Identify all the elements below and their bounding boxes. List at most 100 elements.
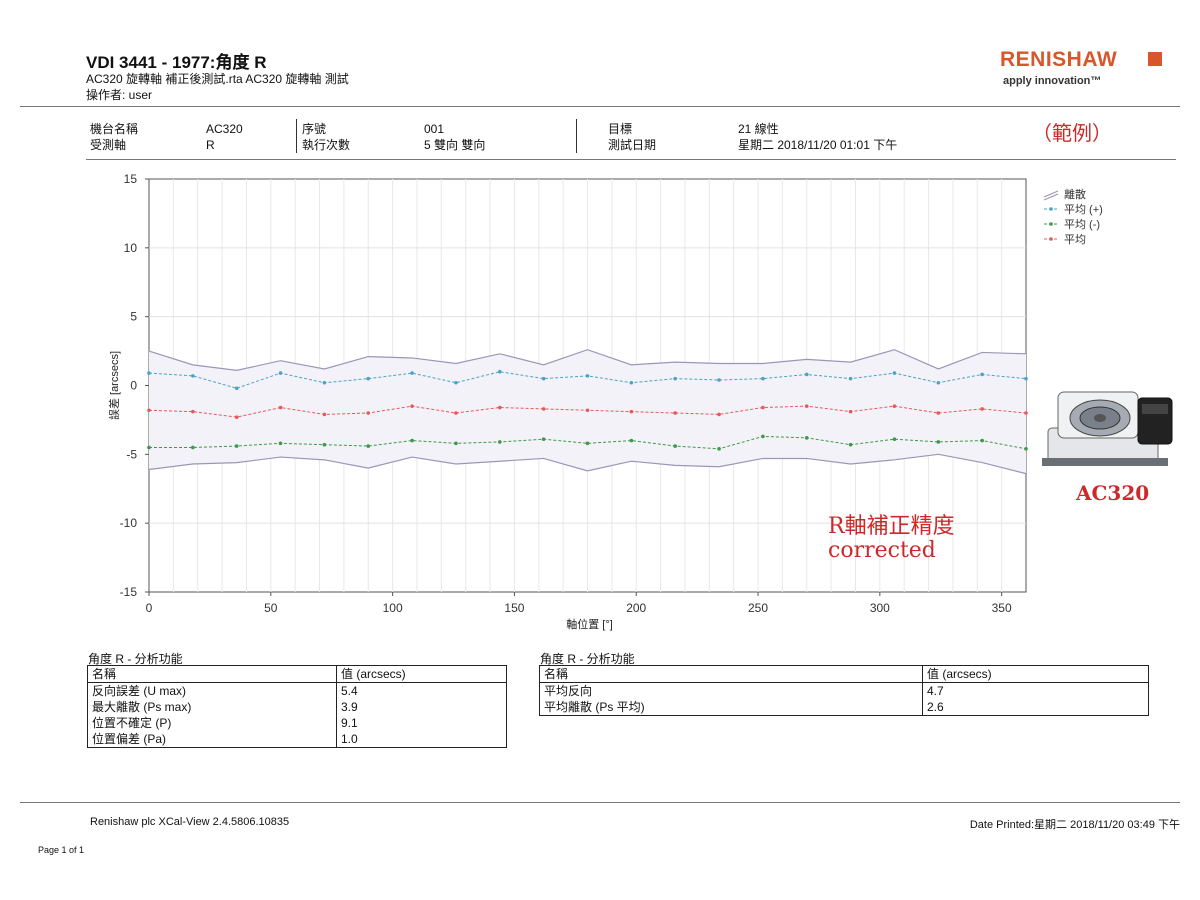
mean-negative-point xyxy=(234,444,239,448)
mean-negative-point xyxy=(366,444,371,448)
mean-positive-point xyxy=(278,371,283,375)
legend-spread-swatch xyxy=(1043,193,1059,201)
legend-mean-label: 平均 xyxy=(1064,233,1086,246)
table1-row2-value: 3.9 xyxy=(336,699,507,715)
mean-negative-point xyxy=(191,445,195,450)
mean-negative-point xyxy=(936,440,941,444)
mean-negative-point xyxy=(980,438,984,443)
table-row: 平均反向 4.7 xyxy=(539,682,1149,699)
table2-header-name: 名稱 xyxy=(539,665,923,683)
table1-header-name: 名稱 xyxy=(87,665,337,683)
legend-mean-negative-marker xyxy=(1049,222,1053,226)
mean-point xyxy=(234,415,239,419)
rotary-table-icon xyxy=(1042,391,1173,466)
table-row: 最大離散 (Ps max) 3.9 xyxy=(87,699,507,715)
software-version: Renishaw plc XCal-View 2.4.5806.10835 xyxy=(90,816,290,828)
mean-positive-point xyxy=(1024,376,1028,381)
x-tick-label: 250 xyxy=(748,601,768,615)
x-axis-label: 軸位置 [°] xyxy=(566,617,613,631)
mean-positive-point xyxy=(498,369,502,374)
table1: 名稱 值 (arcsecs) 反向誤差 (U max) 5.4 最大離散 (Ps… xyxy=(87,665,507,748)
table1-row3-name: 位置不確定 (P) xyxy=(87,715,337,731)
error-chart: 0 50 100 150 200 250 300 350151050-5-10-15軸位置 [… xyxy=(107,172,1103,631)
mean-positive-point xyxy=(761,376,765,381)
mean-point xyxy=(585,408,590,413)
table2-row2-name: 平均離散 (Ps 平均) xyxy=(539,699,923,716)
mean-negative-point xyxy=(410,438,414,443)
x-tick-label: 50 xyxy=(264,601,278,615)
mean-positive-point xyxy=(980,372,984,377)
table-row: 平均離散 (Ps 平均) 2.6 xyxy=(539,699,1149,716)
mean-negative-point xyxy=(1024,447,1028,451)
legend-mean-marker xyxy=(1049,237,1053,241)
table1-header-value: 值 (arcsecs) xyxy=(336,665,507,683)
mean-negative-point xyxy=(147,445,151,450)
mean-point xyxy=(936,411,941,415)
mean-negative-point xyxy=(278,441,283,446)
mean-negative-point xyxy=(541,437,546,441)
table-row: 反向誤差 (U max) 5.4 xyxy=(87,682,507,699)
mean-negative-point xyxy=(892,437,897,441)
mean-negative-point xyxy=(585,441,590,446)
mean-point xyxy=(278,405,283,410)
table-header-row: 名稱 值 (arcsecs) xyxy=(539,665,1149,683)
mean-positive-point xyxy=(147,371,151,375)
mean-positive-point xyxy=(848,376,853,381)
mean-negative-point xyxy=(322,442,327,447)
mean-point xyxy=(761,405,765,410)
legend-mean-positive-label: 平均 (+) xyxy=(1064,203,1103,216)
mean-point xyxy=(717,412,721,417)
annotation-corrected: corrected xyxy=(828,538,936,563)
mean-positive-point xyxy=(673,376,677,381)
mean-point xyxy=(629,409,634,414)
table2-row2-value: 2.6 xyxy=(922,699,1149,716)
table1-row1-value: 5.4 xyxy=(336,682,507,699)
table-row: 位置偏差 (Pa) 1.0 xyxy=(87,731,507,748)
mean-positive-point xyxy=(322,380,327,385)
page-number: Page 1 of 1 xyxy=(38,845,85,855)
y-tick-label: 10 xyxy=(124,241,138,255)
mean-positive-point xyxy=(585,374,590,378)
table-row: 位置不確定 (P) 9.1 xyxy=(87,715,507,731)
y-tick-label: -5 xyxy=(126,447,137,461)
table2: 名稱 值 (arcsecs) 平均反向 4.7 平均離散 (Ps 平均) 2.6 xyxy=(539,665,1149,716)
x-tick-label: 350 xyxy=(992,601,1012,615)
mean-negative-point xyxy=(804,436,809,440)
mean-negative-point xyxy=(848,442,853,447)
mean-positive-point xyxy=(454,380,458,385)
mean-point xyxy=(454,411,458,415)
x-tick-label: 0 xyxy=(146,601,153,615)
mean-point xyxy=(892,404,897,408)
legend-spread-swatch xyxy=(1043,190,1059,198)
mean-negative-point xyxy=(629,438,634,443)
mean-positive-point xyxy=(366,376,371,381)
mean-point xyxy=(147,408,151,413)
table1-row1-name: 反向誤差 (U max) xyxy=(87,682,337,699)
legend-mean-positive-marker xyxy=(1049,207,1053,211)
y-tick-label: 5 xyxy=(130,310,137,324)
mean-point xyxy=(410,404,414,408)
x-tick-label: 150 xyxy=(504,601,524,615)
x-tick-label: 200 xyxy=(626,601,646,615)
mean-point xyxy=(980,407,984,411)
table2-row1-value: 4.7 xyxy=(922,682,1149,699)
y-axis-label: 誤差 [arcsecs] xyxy=(107,351,121,420)
mean-positive-point xyxy=(191,374,195,378)
table1-row4-value: 1.0 xyxy=(336,731,507,748)
mean-positive-point xyxy=(717,378,721,382)
mean-positive-point xyxy=(892,371,897,375)
machine-label: AC320 xyxy=(1076,481,1150,505)
mean-point xyxy=(191,409,195,414)
mean-point xyxy=(848,409,853,414)
mean-positive-point xyxy=(234,386,239,391)
legend-spread-label: 離散 xyxy=(1064,187,1086,201)
y-tick-label: 15 xyxy=(124,172,138,186)
mean-point xyxy=(673,411,677,415)
mean-point xyxy=(498,405,502,410)
mean-point xyxy=(804,404,809,408)
mean-point xyxy=(541,407,546,411)
mean-negative-point xyxy=(717,447,721,451)
y-tick-label: -15 xyxy=(120,585,138,599)
table-header-row: 名稱 值 (arcsecs) xyxy=(87,665,507,683)
y-tick-label: 0 xyxy=(130,379,137,393)
